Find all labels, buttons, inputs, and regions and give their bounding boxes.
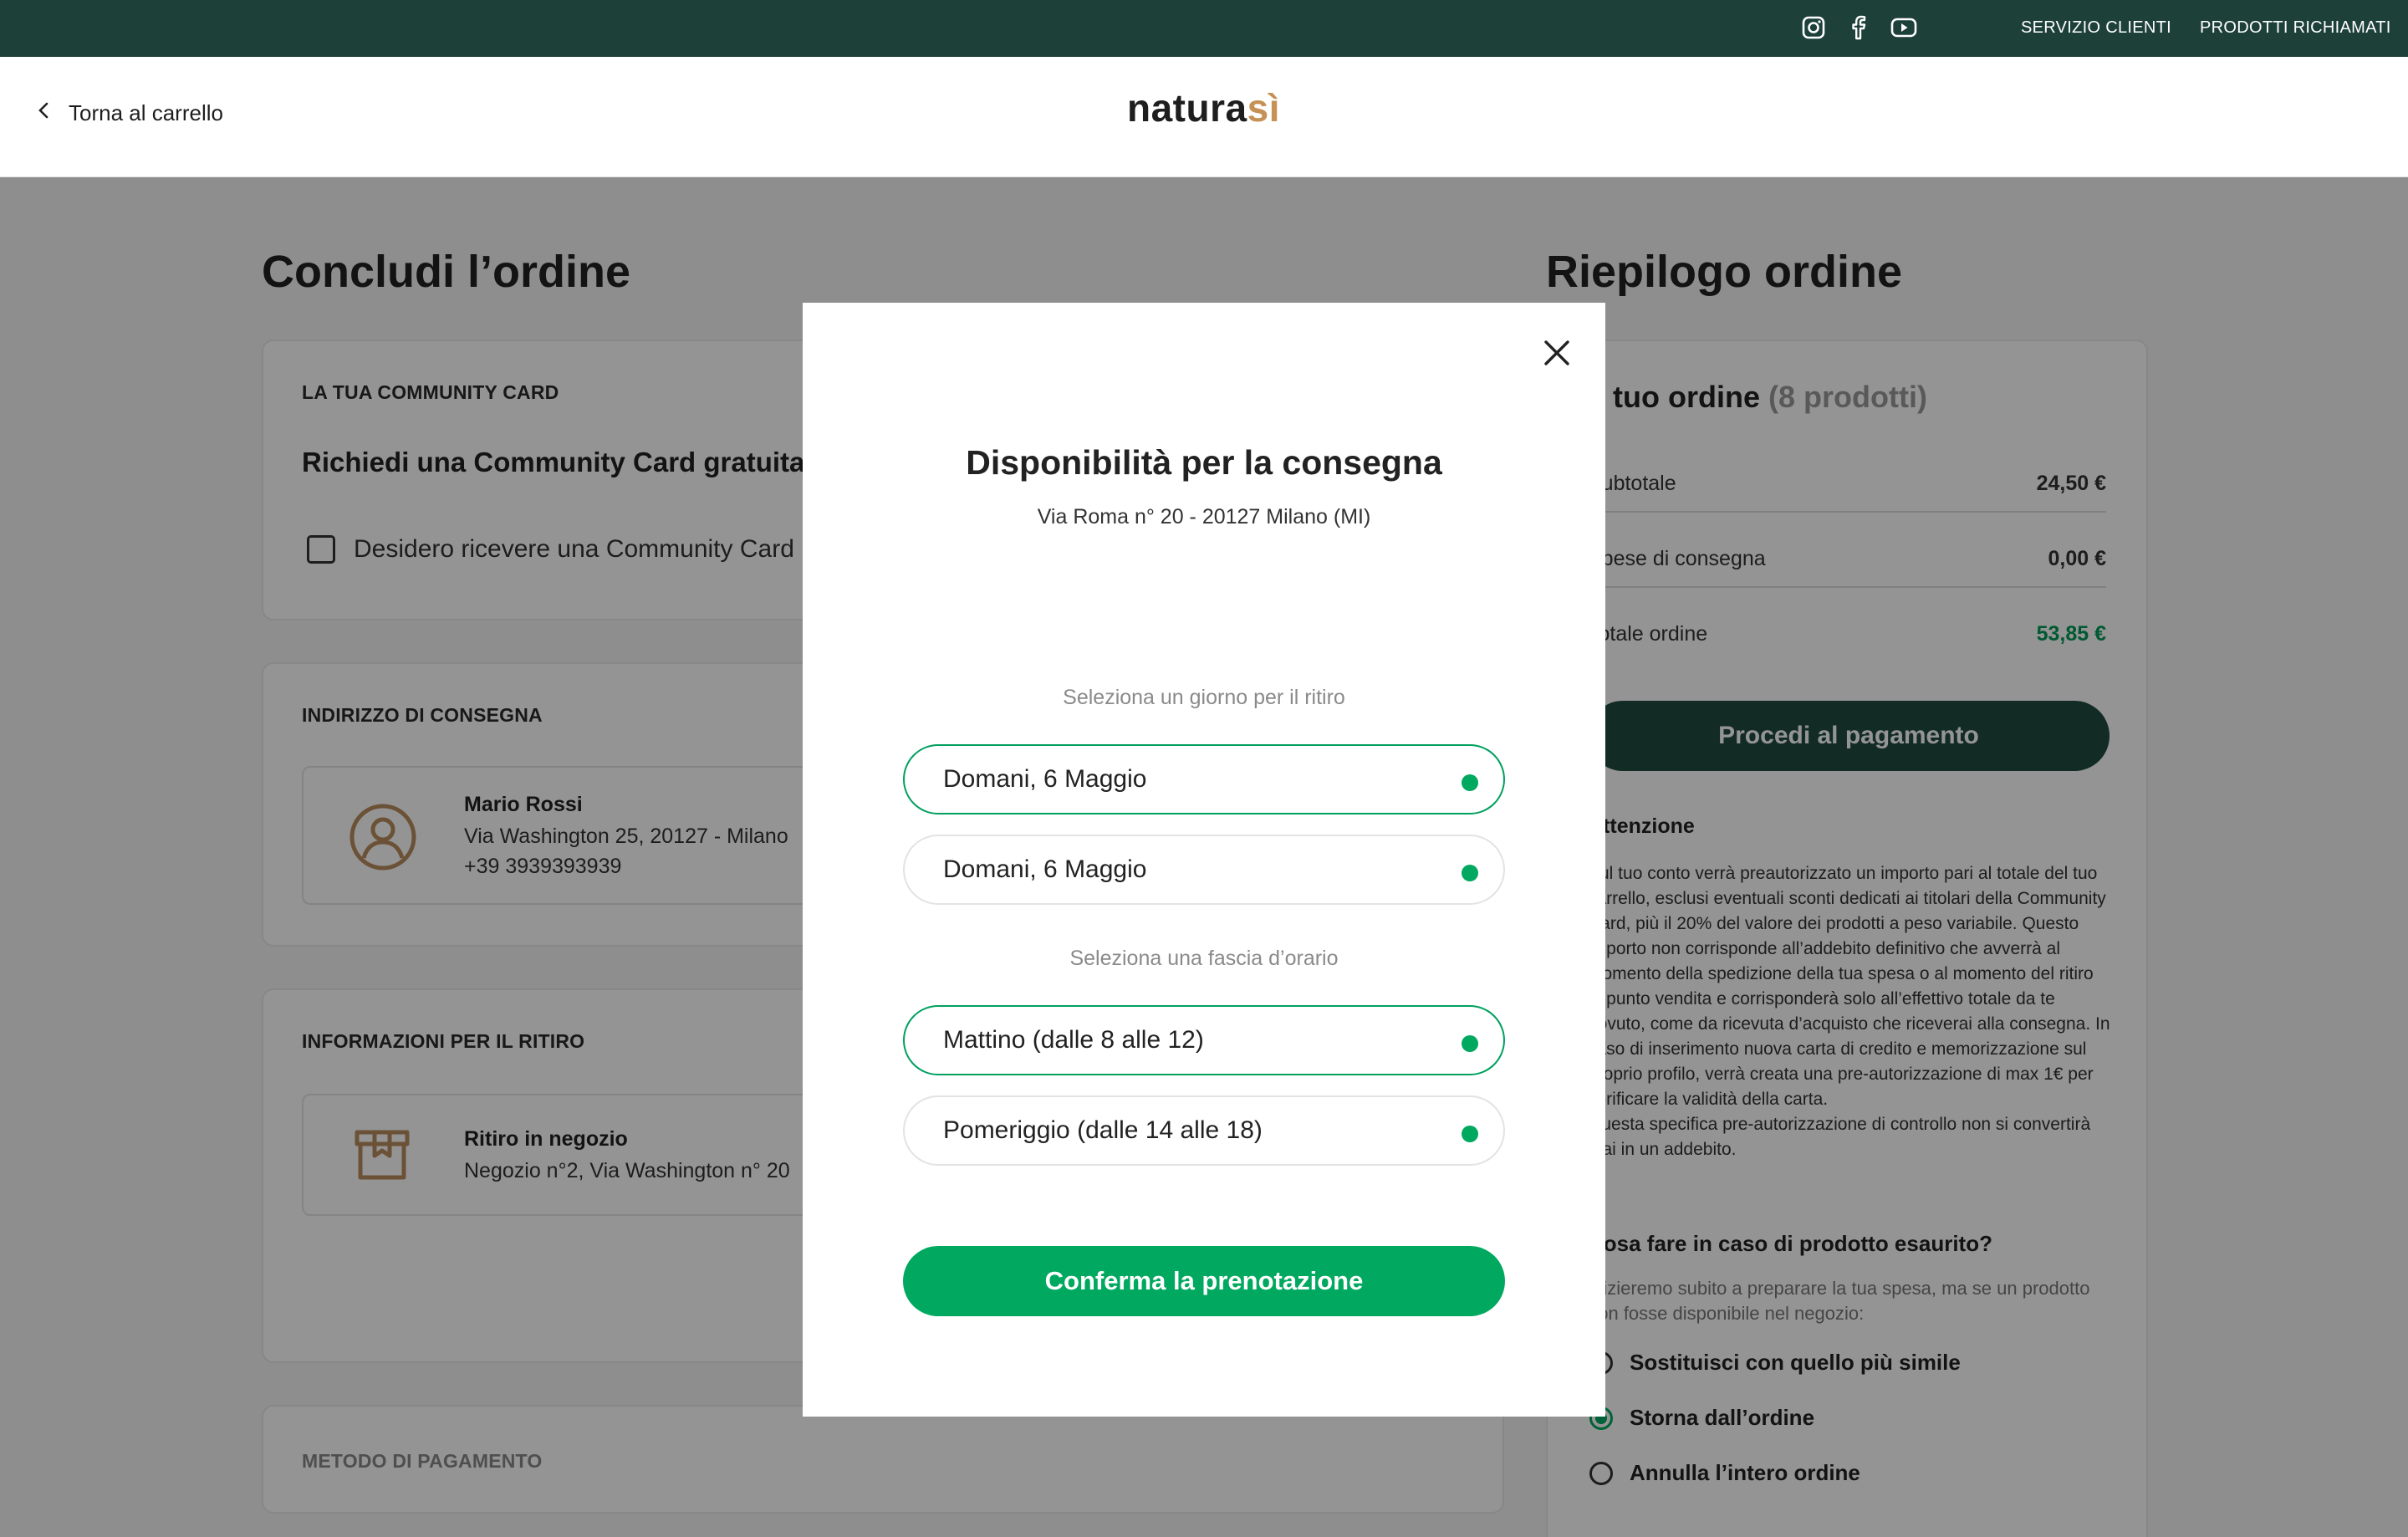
close-icon[interactable] (1542, 338, 1572, 368)
slot-label: Seleziona una fascia d’orario (1069, 947, 1339, 970)
recalled-products-link[interactable]: PRODOTTI RICHIAMATI (2200, 18, 2391, 38)
modal-address: Via Roma n° 20 - 20127 Milano (MI) (1037, 505, 1371, 529)
available-dot-icon (1462, 1126, 1478, 1142)
slot-option-afternoon[interactable]: Pomeriggio (dalle 14 alle 18) (903, 1095, 1505, 1166)
customer-service-link[interactable]: SERVIZIO CLIENTI (2021, 18, 2171, 38)
site-header: Torna al carrello naturasì (0, 57, 2408, 177)
modal-title: Disponibilità per la consegna (966, 443, 1442, 482)
facebook-icon[interactable] (1844, 13, 1873, 42)
social-links (1799, 13, 1918, 42)
back-label: Torna al carrello (69, 100, 223, 125)
day-label: Seleziona un giorno per il ritiro (1063, 686, 1345, 709)
available-dot-icon (1462, 774, 1478, 791)
day-option[interactable]: Domani, 6 Maggio (903, 835, 1505, 905)
instagram-icon[interactable] (1799, 13, 1828, 42)
confirm-booking-button[interactable]: Conferma la prenotazione (903, 1246, 1505, 1316)
chevron-left-icon (37, 100, 50, 126)
naturasi-logo[interactable]: naturasì (1127, 85, 1280, 130)
available-dot-icon (1462, 1035, 1478, 1052)
back-to-cart-link[interactable]: Torna al carrello (37, 100, 223, 126)
available-dot-icon (1462, 865, 1478, 881)
delivery-availability-modal: Disponibilità per la consegna Via Roma n… (803, 303, 1605, 1417)
youtube-icon[interactable] (1890, 13, 1918, 42)
top-bar: SERVIZIO CLIENTI PRODOTTI RICHIAMATI (0, 0, 2408, 57)
day-option[interactable]: Domani, 6 Maggio (903, 744, 1505, 814)
slot-option-morning[interactable]: Mattino (dalle 8 alle 12) (903, 1005, 1505, 1075)
